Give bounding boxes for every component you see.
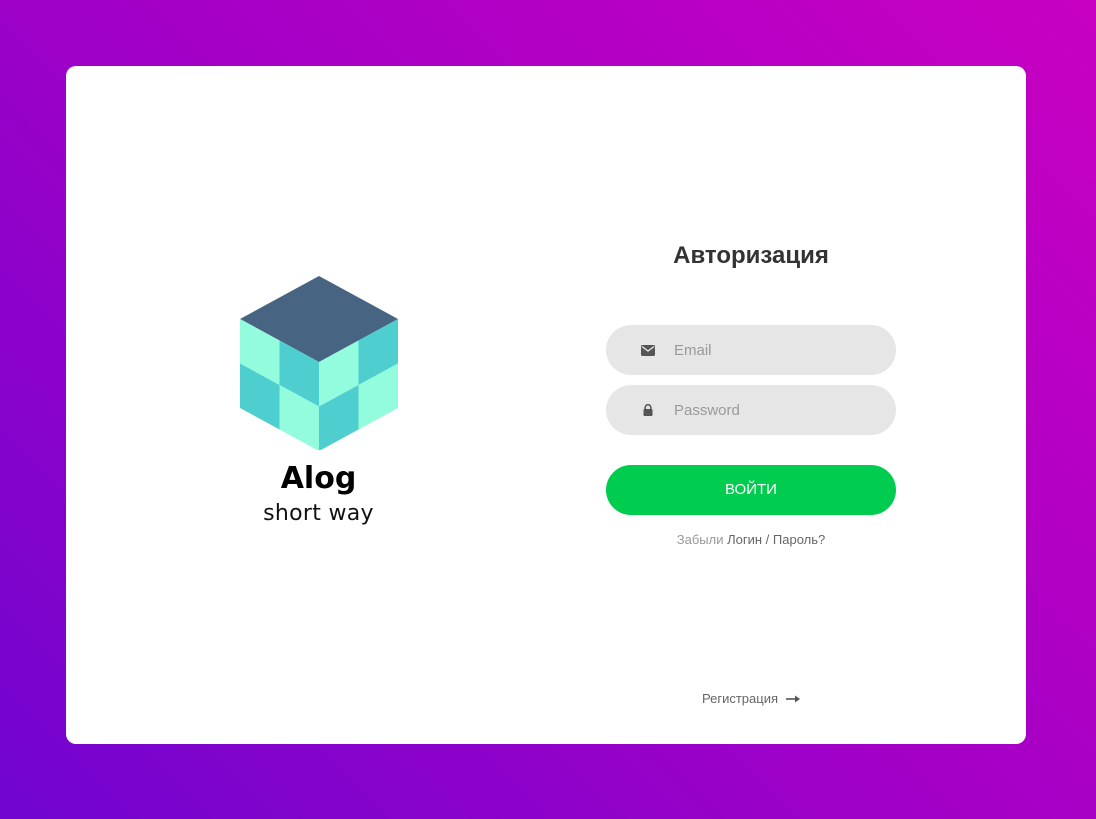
- password-field-wrapper: [606, 385, 896, 435]
- login-form: Авторизация ВОЙТИ Забыли Логин /: [606, 242, 896, 548]
- lock-icon: [640, 402, 656, 418]
- forgot-separator: /: [762, 532, 773, 547]
- forgot-login-link[interactable]: Логин: [727, 532, 762, 547]
- forgot-prefix: Забыли: [676, 532, 724, 547]
- login-card: Alog short way Авторизация ВОЙТИ: [66, 66, 1026, 744]
- forgot-credentials: Забыли Логин / Пароль?: [606, 532, 896, 548]
- register-link[interactable]: Регистрация: [702, 691, 800, 707]
- form-title: Авторизация: [673, 242, 829, 269]
- login-button[interactable]: ВОЙТИ: [606, 465, 896, 515]
- cube-logo-icon: [206, 274, 431, 450]
- brand-block: Alog short way: [206, 274, 431, 528]
- email-field-wrapper: [606, 325, 896, 375]
- forgot-password-link[interactable]: Пароль?: [773, 532, 825, 547]
- register-section: Регистрация: [606, 691, 896, 707]
- register-label: Регистрация: [702, 691, 778, 706]
- envelope-icon: [640, 342, 656, 358]
- brand-name: Alog: [280, 461, 357, 496]
- arrow-right-icon: [786, 691, 800, 707]
- brand-tagline: short way: [263, 501, 374, 526]
